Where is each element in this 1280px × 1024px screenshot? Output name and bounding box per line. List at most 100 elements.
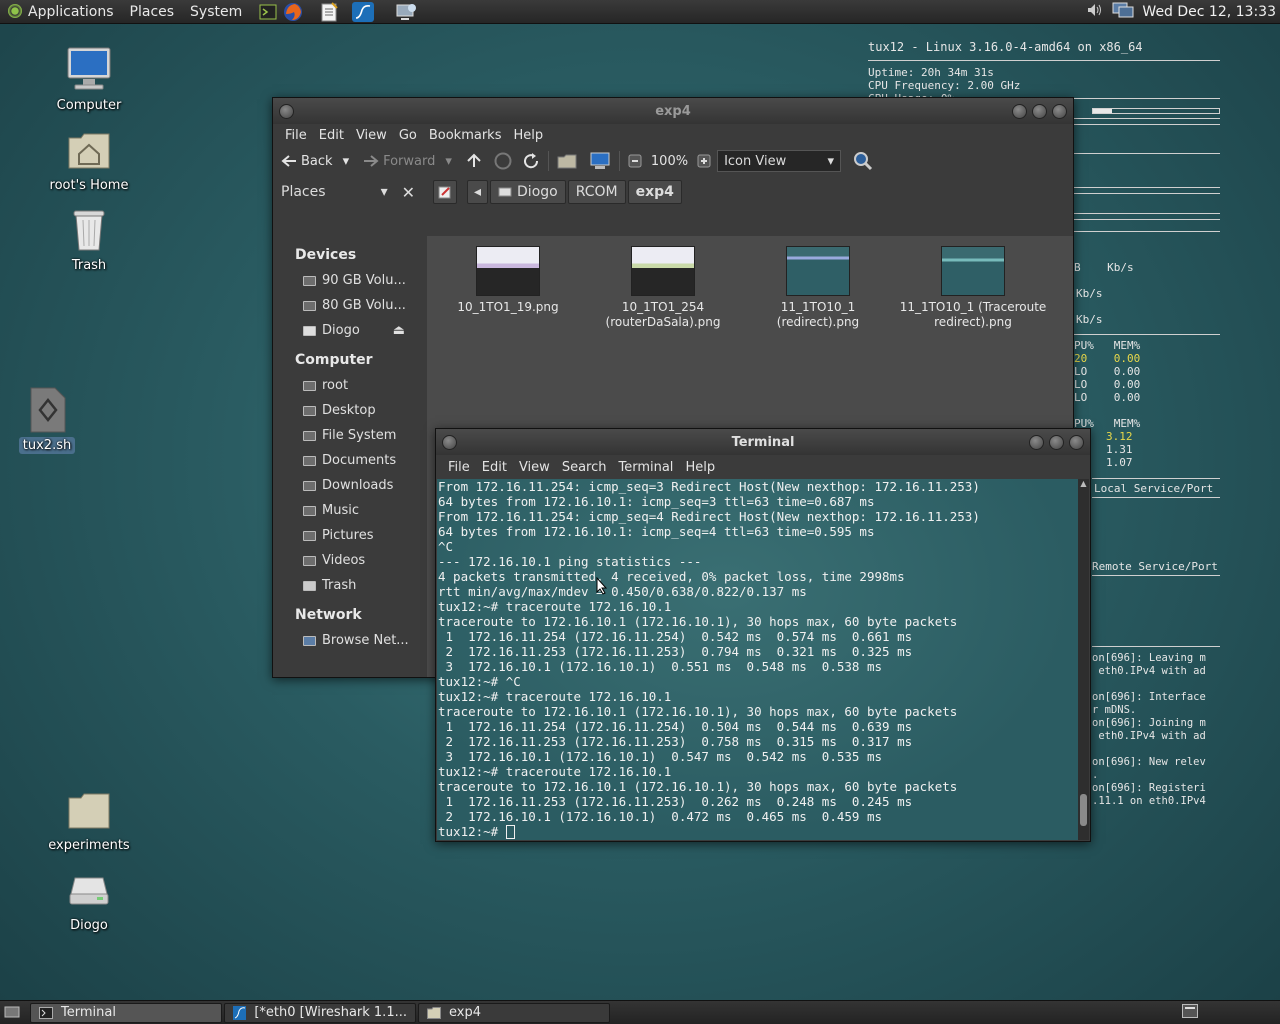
sidebar-item-diogo[interactable]: Diogo ⏏ — [273, 318, 421, 343]
close-button[interactable] — [1069, 435, 1084, 450]
wireshark-icon[interactable] — [352, 1, 375, 22]
menu-view[interactable]: View — [350, 128, 393, 143]
desktop-icon-computer[interactable]: Computer — [29, 46, 149, 113]
maximize-button[interactable] — [1032, 104, 1047, 119]
applications-menu[interactable]: Applications — [0, 0, 122, 24]
stop-button[interactable] — [494, 152, 512, 170]
forward-dropdown-icon[interactable]: ▾ — [445, 154, 452, 169]
menu-edit[interactable]: Edit — [476, 460, 513, 475]
text-editor-icon[interactable] — [316, 1, 342, 23]
places-dropdown-icon[interactable]: ▾ — [381, 184, 388, 200]
terminal-scrollbar[interactable]: ▲ — [1078, 479, 1089, 840]
desktop-icon-tux2-script[interactable]: tux2.sh — [0, 386, 107, 454]
file-manager-titlebar[interactable]: exp4 — [273, 98, 1073, 124]
firefox-icon[interactable] — [280, 1, 306, 23]
terminal-line: 1 172.16.11.253 (172.16.11.253) 0.262 ms… — [438, 794, 913, 809]
task-label: [*eth0 [Wireshark 1.1... — [254, 1005, 407, 1020]
terminal-launcher-icon[interactable] — [255, 1, 281, 23]
sidebar-item-music[interactable]: Music — [273, 498, 421, 523]
home-button[interactable] — [557, 153, 577, 169]
file-manager-toolbar: Back ▾ Forward ▾ 100% Icon View ▾ — [273, 146, 1073, 176]
task-wireshark[interactable]: [*eth0 [Wireshark 1.1... — [224, 1002, 416, 1023]
menu-file[interactable]: File — [279, 128, 313, 143]
desktop-icon-diogo-drive[interactable]: Diogo — [29, 866, 149, 933]
workspace-switcher-icon[interactable] — [1182, 1003, 1198, 1022]
sidebar-item-file-system[interactable]: File System — [273, 423, 421, 448]
sidebar-item-trash[interactable]: Trash — [273, 573, 421, 598]
maximize-button[interactable] — [1049, 435, 1064, 450]
volume-icon[interactable] — [1086, 3, 1104, 21]
reload-button[interactable] — [522, 152, 540, 170]
file-item[interactable]: 10_1TO1_254 (routerDaSala).png — [588, 246, 738, 330]
file-item[interactable]: 11_1TO10_1 (redirect).png — [743, 246, 893, 330]
forward-button[interactable]: Forward ▾ — [363, 154, 452, 169]
image-thumbnail — [786, 246, 850, 296]
computer-icon — [65, 46, 113, 94]
up-button[interactable] — [466, 153, 482, 169]
file-item[interactable]: 11_1TO10_1 (Traceroute redirect).png — [898, 246, 1048, 330]
scroll-up-icon[interactable]: ▲ — [1078, 479, 1089, 488]
sidebar-item-pictures[interactable]: Pictures — [273, 523, 421, 548]
zoom-in-button[interactable] — [697, 154, 711, 168]
task-exp4[interactable]: exp4 — [418, 1002, 610, 1023]
desktop-icon-trash[interactable]: Trash — [29, 206, 149, 273]
menu-help[interactable]: Help — [507, 128, 549, 143]
back-dropdown-icon[interactable]: ▾ — [343, 154, 350, 169]
terminal-line: tux12:~# ^C — [438, 674, 521, 689]
sidebar-item-root[interactable]: root — [273, 373, 421, 398]
breadcrumb-exp4[interactable]: exp4 — [627, 180, 682, 204]
breadcrumb-diogo[interactable]: Diogo — [490, 180, 566, 204]
sidebar-item-80gb-volume[interactable]: 80 GB Volu... — [273, 293, 421, 318]
close-sidebar-icon[interactable]: ✕ — [402, 183, 415, 202]
zoom-in-icon — [697, 154, 711, 168]
sidebar-item-browse-network[interactable]: Browse Net... — [273, 628, 421, 653]
menu-file[interactable]: File — [442, 460, 476, 475]
terminal-output[interactable]: From 172.16.11.254: icmp_seq=3 Redirect … — [437, 479, 1078, 840]
conky-divider — [1074, 231, 1220, 232]
back-button[interactable]: Back ▾ — [281, 154, 349, 169]
terminal-prompt-line[interactable]: tux12:~# — [438, 824, 1078, 839]
folder-icon — [303, 505, 316, 516]
show-desktop-button[interactable] — [2, 1003, 22, 1023]
menu-help[interactable]: Help — [679, 460, 721, 475]
window-menu-button[interactable] — [279, 104, 294, 119]
network-status-icon[interactable] — [1112, 1, 1134, 23]
clock[interactable]: Wed Dec 12, 13:33 — [1142, 4, 1276, 20]
task-terminal[interactable]: Terminal — [30, 1002, 222, 1023]
sidebar-item-90gb-volume[interactable]: 90 GB Volu... — [273, 268, 421, 293]
close-button[interactable] — [1052, 104, 1067, 119]
menu-bookmarks[interactable]: Bookmarks — [423, 128, 508, 143]
terminal-titlebar[interactable]: Terminal — [436, 429, 1090, 455]
window-menu-button[interactable] — [442, 435, 457, 450]
menu-terminal[interactable]: Terminal — [612, 460, 679, 475]
breadcrumb-rcom[interactable]: RCOM — [567, 180, 626, 204]
scrollbar-thumb[interactable] — [1080, 794, 1087, 826]
places-menu[interactable]: Places — [122, 0, 183, 24]
back-label: Back — [301, 153, 333, 169]
view-mode-select[interactable]: Icon View ▾ — [717, 150, 842, 172]
computer-button[interactable] — [589, 152, 611, 170]
system-menu[interactable]: System — [182, 0, 250, 24]
zoom-out-button[interactable] — [628, 154, 642, 168]
desktop-icon-experiments[interactable]: experiments — [29, 786, 149, 853]
sidebar-item-videos[interactable]: Videos — [273, 548, 421, 573]
crumb-scroll-left[interactable]: ◂ — [467, 180, 489, 204]
menu-view[interactable]: View — [513, 460, 556, 475]
file-item[interactable]: 10_1TO1_19.png — [433, 246, 583, 315]
minimize-button[interactable] — [1029, 435, 1044, 450]
menu-search[interactable]: Search — [556, 460, 613, 475]
search-button[interactable] — [853, 151, 873, 171]
sidebar-item-desktop[interactable]: Desktop — [273, 398, 421, 423]
network-tool-icon[interactable] — [393, 1, 419, 23]
window-title: exp4 — [655, 103, 691, 119]
sidebar-item-documents[interactable]: Documents — [273, 448, 421, 473]
edit-location-button[interactable] — [433, 180, 457, 204]
conky-uptime: Uptime: 20h 34m 31s — [868, 66, 994, 79]
sidebar-item-downloads[interactable]: Downloads — [273, 473, 421, 498]
menu-go[interactable]: Go — [393, 128, 423, 143]
conky-mem-value: 0.00 — [1113, 391, 1141, 404]
eject-icon[interactable]: ⏏ — [393, 323, 405, 338]
menu-edit[interactable]: Edit — [313, 128, 350, 143]
desktop-icon-home[interactable]: root's Home — [29, 126, 149, 193]
minimize-button[interactable] — [1012, 104, 1027, 119]
